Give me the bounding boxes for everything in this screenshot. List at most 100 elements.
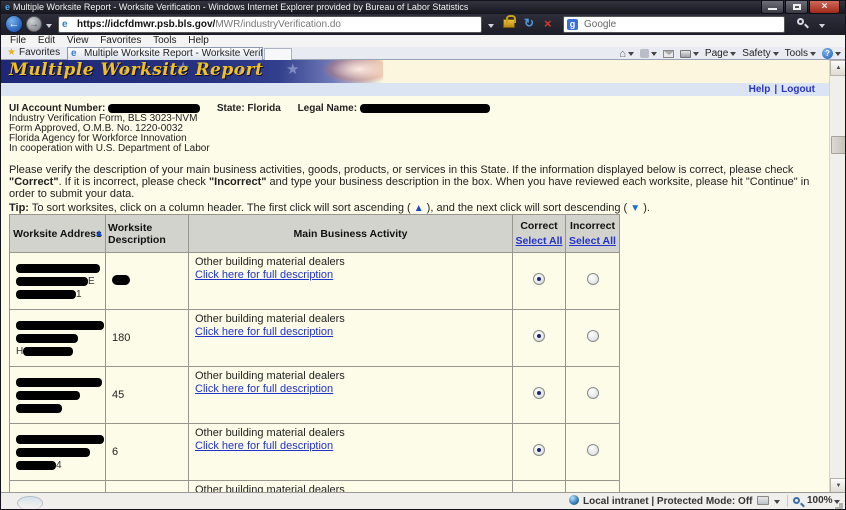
full-description-link[interactable]: Click here for full description: [195, 440, 333, 452]
worksite-address-cell: E 1: [9, 252, 106, 311]
tip-line: Tip: To sort worksites, click on a colum…: [9, 202, 821, 215]
incorrect-cell: [565, 423, 620, 482]
scrollbar-thumb[interactable]: [831, 136, 845, 154]
help-icon: ?: [822, 48, 833, 59]
tip-label: Tip:: [9, 202, 29, 215]
address-redaction: [16, 377, 102, 387]
tab-active[interactable]: e Multiple Worksite Report - Worksite Ve…: [67, 47, 263, 60]
print-button[interactable]: [679, 49, 699, 58]
search-input[interactable]: g Google: [563, 16, 785, 33]
column-header-incorrect[interactable]: Incorrect Select All: [565, 214, 620, 254]
sort-descending-icon: ▼: [630, 203, 641, 215]
header-label: Incorrect: [570, 220, 615, 233]
correct-cell: [512, 423, 566, 482]
page-dropdown-icon: [730, 51, 737, 56]
intranet-globe-icon: [569, 495, 579, 505]
zoom-level[interactable]: 100%: [807, 495, 833, 506]
refresh-icon[interactable]: ↻: [524, 16, 534, 30]
main-business-activity-cell: Other building material dealersClick her…: [188, 252, 513, 311]
header-label: Worksite Address: [13, 227, 102, 240]
incorrect-radio[interactable]: [586, 330, 599, 343]
full-description-link[interactable]: Click here for full description: [195, 383, 333, 395]
select-all-incorrect-link[interactable]: Select All: [566, 235, 619, 247]
favorites-star-icon: ★: [7, 47, 16, 58]
incorrect-radio[interactable]: [586, 273, 599, 286]
compatibility-view-icon[interactable]: [757, 496, 769, 505]
address-redaction: [16, 403, 62, 413]
feeds-icon: [639, 49, 649, 58]
history-dropdown-icon[interactable]: [46, 24, 52, 28]
tools-menu-button[interactable]: Tools: [785, 48, 816, 60]
page-menu-button[interactable]: Page: [705, 48, 737, 60]
activity-text: Other building material dealers: [195, 313, 345, 326]
zoom-icon[interactable]: [793, 497, 800, 504]
logout-link[interactable]: Logout: [781, 84, 815, 95]
instructions-text: Please verify the description of your ma…: [9, 164, 794, 177]
incorrect-radio[interactable]: [586, 444, 599, 457]
description-value: 6: [112, 446, 119, 459]
home-icon: ⌂: [619, 47, 626, 60]
favorites-button[interactable]: ★ Favorites: [1, 47, 60, 59]
zone-text: Local intranet | Protected Mode: Off: [583, 496, 753, 507]
compatibility-dropdown-icon[interactable]: [774, 500, 780, 504]
address-fragment: H: [16, 345, 24, 357]
flag-glow: [323, 60, 383, 83]
stop-icon[interactable]: ×: [544, 16, 552, 31]
menu-tools[interactable]: Tools: [153, 35, 176, 47]
help-link[interactable]: Help: [749, 84, 771, 95]
search-icon[interactable]: [797, 18, 804, 25]
search-dropdown-icon[interactable]: [819, 24, 825, 28]
help-button[interactable]: ?: [822, 48, 841, 59]
resize-grip[interactable]: [839, 503, 843, 507]
back-button[interactable]: ←: [5, 15, 23, 33]
tools-menu-label: Tools: [784, 47, 808, 59]
menu-favorites[interactable]: Favorites: [100, 35, 141, 47]
security-lock-icon[interactable]: [503, 15, 516, 28]
maximize-button[interactable]: [785, 1, 808, 14]
menu-help[interactable]: Help: [188, 35, 209, 47]
ie-icon: e: [5, 2, 11, 12]
forward-icon: →: [29, 19, 39, 30]
column-header-worksite-description[interactable]: Worksite Description: [105, 214, 189, 254]
address-fragment: 4: [56, 459, 62, 471]
column-header-correct[interactable]: Correct Select All: [512, 214, 566, 254]
vertical-scrollbar[interactable]: ▲ ▼: [829, 60, 845, 494]
menu-view[interactable]: View: [67, 35, 89, 47]
safety-menu-button[interactable]: Safety: [742, 48, 779, 60]
scroll-up-button[interactable]: ▲: [830, 60, 845, 76]
menu-file[interactable]: File: [10, 35, 26, 47]
menu-bar: File Edit View Favorites Tools Help: [1, 35, 845, 47]
worksite-address-cell: 4: [9, 423, 106, 482]
full-description-link[interactable]: Click here for full description: [195, 269, 333, 281]
minimize-button[interactable]: [761, 1, 784, 14]
tab-title: Multiple Worksite Report - Worksite Veri…: [84, 48, 263, 59]
column-header-main-business-activity[interactable]: Main Business Activity: [188, 214, 513, 254]
url-field[interactable]: e https://idcfdmwr.psb.bls.gov/MWR/indus…: [58, 16, 482, 33]
security-zone: Local intranet | Protected Mode: Off: [569, 495, 752, 507]
correct-radio[interactable]: [533, 387, 545, 400]
select-all-correct-link[interactable]: Select All: [513, 235, 565, 247]
new-tab-stub[interactable]: [264, 48, 292, 60]
back-icon: ←: [8, 18, 20, 30]
close-button[interactable]: ×: [809, 1, 840, 14]
legal-name-redaction: [359, 104, 490, 113]
url-dropdown-icon[interactable]: [488, 24, 494, 28]
ui-account-redaction: [108, 104, 201, 113]
home-button[interactable]: ⌂: [619, 48, 634, 60]
tip-text: ), and the next click will sort descendi…: [423, 202, 631, 215]
correct-radio[interactable]: [533, 444, 545, 457]
title-bar[interactable]: e Multiple Worksite Report - Worksite Ver…: [1, 1, 845, 14]
incorrect-radio[interactable]: [586, 387, 599, 400]
full-description-link[interactable]: Click here for full description: [195, 326, 333, 338]
forward-button[interactable]: →: [26, 16, 42, 32]
correct-radio[interactable]: [533, 330, 545, 343]
main-business-activity-cell: Other building material dealersClick her…: [188, 309, 513, 368]
feeds-button[interactable]: [639, 49, 657, 58]
address-redaction: [16, 390, 80, 400]
state-label: State: Florida: [216, 103, 281, 115]
menu-edit[interactable]: Edit: [38, 35, 55, 47]
column-header-worksite-address[interactable]: Worksite Address ▲: [9, 214, 106, 254]
correct-radio[interactable]: [533, 273, 545, 286]
mail-button[interactable]: [662, 49, 674, 58]
incorrect-emphasis: "Incorrect": [208, 176, 267, 189]
